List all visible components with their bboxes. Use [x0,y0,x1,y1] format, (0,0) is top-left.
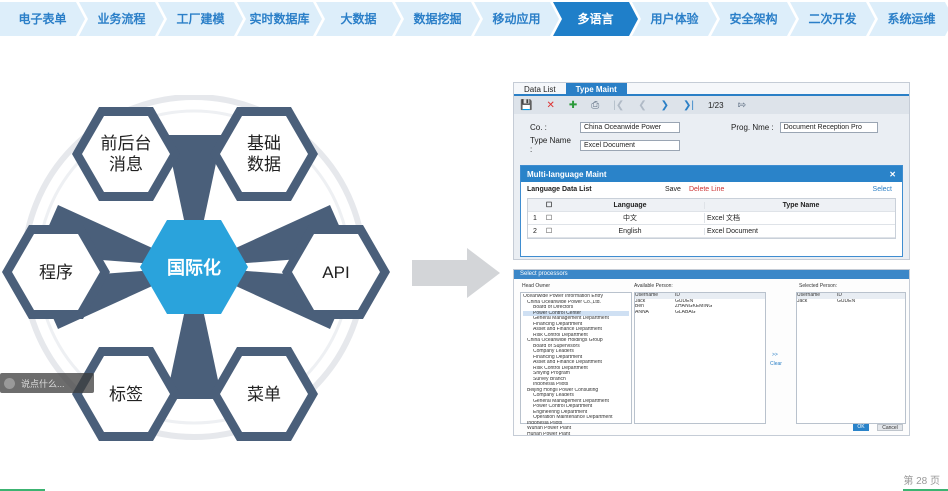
cell-language: English [618,227,642,235]
multilanguage-dialog: Multi-language Maint ✕ Language Data Lis… [520,165,903,257]
select-processors-window: Select processors Head Owner Available P… [513,269,910,436]
type-maint-window: Data List Type Maint 💾 ✕ ✚ ⎙ |❮ ❮ ❯ ❯| 1… [513,82,910,260]
row-number: 1 [533,214,537,222]
tab-type-maint[interactable]: Type Maint [565,83,627,94]
hex-label-tags: 标签 [82,356,170,432]
list-item[interactable]: Jack GUDEN [797,299,905,305]
nav-item-big-data[interactable]: 大数据 [316,2,401,36]
page-number: 第 28 页 [903,476,940,487]
avatar-icon [4,377,15,389]
prog-select[interactable]: Document Reception Pro [779,122,878,133]
table-row[interactable]: 2 ☐ English Excel Document [528,225,895,238]
hex-label-api: API [292,234,380,310]
ok-button[interactable]: OK [853,424,869,431]
clear-button[interactable]: Clear [770,361,782,367]
dialog-close-icon[interactable]: ✕ [889,170,896,179]
co-select[interactable]: China Oceanwide Power [580,122,680,133]
row-number: 2 [533,227,537,235]
close-icon[interactable]: ✕ [546,100,554,111]
org-tree: Oceanwide Power Information Entry China O… [520,292,632,435]
add-icon[interactable]: ✚ [569,100,577,111]
save-button[interactable]: Save [665,186,681,193]
nav-item-ops[interactable]: 系统运维 [869,2,948,36]
top-nav: 电子表单 业务流程 工厂建模 实时数据库 大数据 数据挖掘 移动应用 多语言 用… [0,2,948,36]
move-arrows-icon[interactable]: >> [772,352,778,358]
row-checkbox[interactable]: ☐ [542,227,556,235]
cell-type-name[interactable]: Excel 文档 [704,213,895,223]
tree-icon[interactable]: ⇰ [738,100,746,111]
select-button[interactable]: Select [873,186,892,193]
col-type-name: Type Name [704,201,895,209]
delete-line-button[interactable]: Delete Line [689,186,724,193]
pager-text: 1/23 [707,100,724,110]
nav-item-multilanguage[interactable]: 多语言 [553,2,638,36]
row-checkbox[interactable]: ☐ [542,214,556,222]
dept-select[interactable]: Head Owner [522,283,550,289]
prog-label: Prog. Nme : [731,123,774,132]
hex-label-menu: 菜单 [220,356,308,432]
comment-input[interactable]: 说点什么... [0,373,94,393]
tab-data-list[interactable]: Data List [514,83,566,94]
toolbar: 💾 ✕ ✚ ⎙ |❮ ❮ ❯ ❯| 1/23 ⇰ [514,96,909,114]
selected-label: Selected Person: [799,283,838,289]
nav-item-business-process[interactable]: 业务流程 [79,2,164,36]
cell-language: 中文 [623,215,637,222]
i18n-diagram: 前后台 消息 基础 数据 程序 API 标签 菜单 国际化 [0,95,400,455]
first-page-icon[interactable]: |❮ [613,100,624,111]
next-page-icon[interactable]: ❯ [661,100,669,111]
available-label: Available Person: [634,283,673,289]
prev-page-icon[interactable]: ❮ [638,100,646,111]
nav-item-data-mining[interactable]: 数据挖掘 [395,2,480,36]
list-title: Language Data List [527,185,592,193]
window2-title: Select processors [514,270,909,279]
selected-list: Username ID Jack GUDEN [796,292,906,424]
right-arrow-icon [412,248,500,298]
save-icon[interactable]: 💾 [520,100,532,111]
grid-header: ☐ Language Type Name [528,199,895,212]
nav-item-secondary-dev[interactable]: 二次开发 [790,2,875,36]
hex-label-basic-data: 基础 数据 [220,116,308,192]
co-label: Co. : [530,123,547,132]
nav-item-ux[interactable]: 用户体验 [632,2,717,36]
dialog-toolbar: Language Data List Save Delete Line Sele… [521,182,902,196]
cell-type-name[interactable]: Excel Document [704,227,895,235]
table-row[interactable]: 1 ☐ 中文 Excel 文档 [528,212,895,225]
dialog-title-bar: Multi-language Maint ✕ [521,166,902,182]
list-item[interactable]: ANNA GLABAG [635,310,765,316]
nav-item-realtime-db[interactable]: 实时数据库 [237,2,322,36]
type-name-label: Type Name : [530,136,571,154]
type-name-input[interactable]: Excel Document [580,139,680,151]
checkbox-all[interactable]: ☐ [542,201,556,209]
type-form: Co. : China Oceanwide Power Prog. Nme : … [514,114,909,154]
nav-item-security[interactable]: 安全架构 [711,2,796,36]
cancel-button[interactable]: Cancel [877,424,903,431]
col-language: Language [613,201,647,209]
tree-node[interactable]: Hunan Power Plant [523,432,629,436]
comment-placeholder: 说点什么... [21,378,65,389]
language-grid: ☐ Language Type Name 1 ☐ 中文 Excel 文档 2 ☐… [527,198,896,239]
available-list: Username ID Jack GUDEN Ben ZHANGKEMING ANNA… [634,292,766,424]
nav-item-mobile[interactable]: 移动应用 [474,2,559,36]
hex-label-program: 程序 [12,234,100,310]
last-page-icon[interactable]: ❯| [683,100,694,111]
dialog-title: Multi-language Maint [527,169,607,179]
nav-item-e-forms[interactable]: 电子表单 [0,2,85,36]
hex-label-messages: 前后台 消息 [82,116,170,192]
nav-item-factory-modeling[interactable]: 工厂建模 [158,2,243,36]
window-tabs: Data List Type Maint [514,83,909,96]
print-icon[interactable]: ⎙ [591,100,599,111]
